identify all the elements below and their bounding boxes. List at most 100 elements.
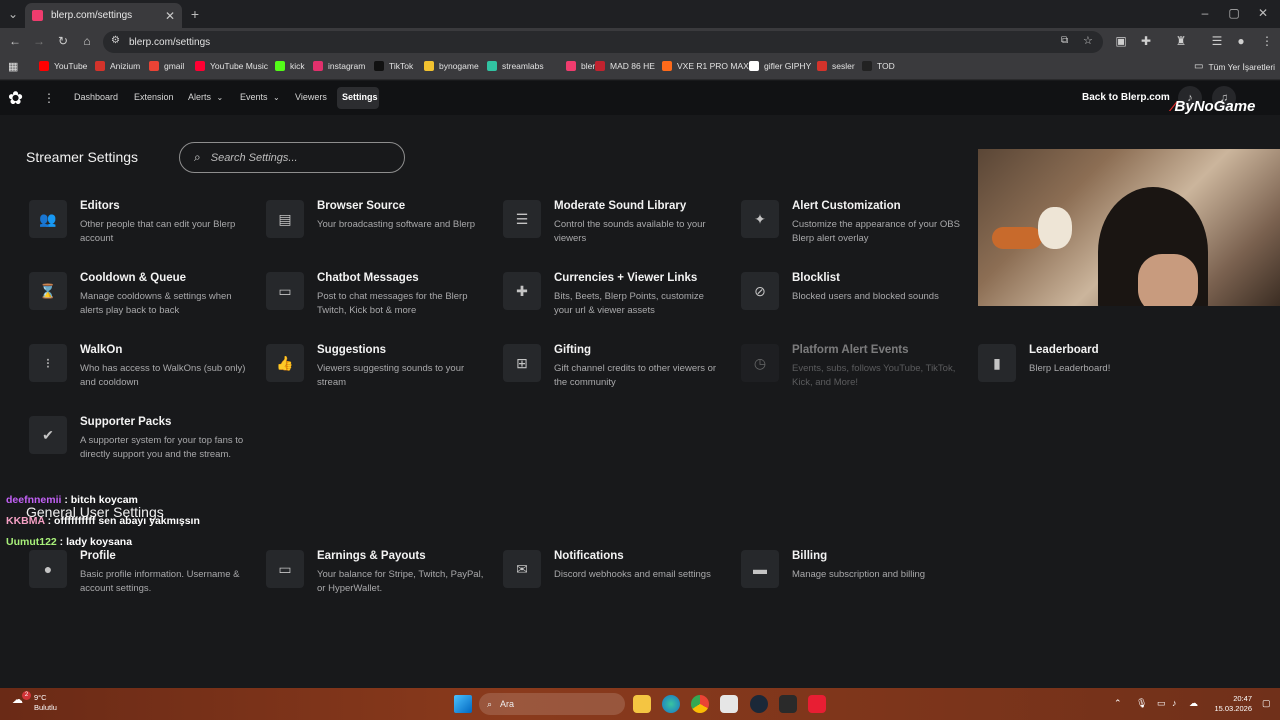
card-description: Viewers suggesting sounds to your stream [317, 363, 465, 388]
browser-tab[interactable]: blerp.com/settings ✕ [25, 3, 182, 28]
card-title: Supporter Packs [80, 416, 172, 428]
address-bar[interactable]: ⚙ blerp.com/settings ⧉ ☆ [103, 31, 1103, 53]
bookmark-label: sesler [832, 61, 855, 71]
system-clock[interactable]: 20:47 15.03.2026 [1210, 694, 1252, 714]
bookmark-bynogame[interactable]: bynogame [424, 61, 479, 71]
apps-grid-icon[interactable]: ▦ [8, 60, 18, 73]
settings-card-chatbot-messages[interactable]: ▭ Chatbot Messages Post to chat messages f… [266, 272, 496, 336]
bookmark-favicon-icon [195, 61, 205, 71]
settings-card-earnings-payouts[interactable]: ▭ Earnings & Payouts Your balance for Stri… [266, 550, 496, 614]
home-icon[interactable]: ⌂ [80, 34, 94, 48]
nav-events[interactable]: Events ⌄ [240, 92, 280, 102]
settings-card-platform-alert-events[interactable]: ◷ Platform Alert Events Events, subs, foll… [741, 344, 971, 408]
person-icon: ● [29, 550, 67, 588]
nav-extension[interactable]: Extension [134, 92, 174, 102]
file-explorer-icon[interactable] [633, 695, 651, 713]
bookmark-star-icon[interactable]: ☆ [1083, 34, 1093, 47]
extension-gamepad-icon[interactable]: ▣ [1114, 34, 1128, 48]
settings-card-profile[interactable]: ● Profile Basic profile information. Usern… [29, 550, 259, 614]
bookmark-youtube[interactable]: YouTube [39, 61, 87, 71]
bookmark-label: gmail [164, 61, 185, 71]
settings-card-alert-customization[interactable]: ✦ Alert Customization Customize the appear… [741, 200, 971, 264]
settings-card-currencies-viewer-links[interactable]: ✚ Currencies + Viewer Links Bits, Beets, B… [503, 272, 733, 336]
settings-card-suggestions[interactable]: 👍 Suggestions Viewers suggesting sounds to… [266, 344, 496, 408]
bookmark-instagram[interactable]: instagram [313, 61, 365, 71]
nav-settings[interactable]: Settings [342, 92, 378, 102]
chrome-icon[interactable] [691, 695, 709, 713]
bookmark-label: YouTube Music [210, 61, 268, 71]
nav-viewers[interactable]: Viewers [295, 92, 327, 102]
nav-dashboard[interactable]: Dashboard [74, 92, 118, 102]
site-info-icon[interactable]: ⚙ [111, 35, 120, 46]
nav-alerts[interactable]: Alerts ⌄ [188, 92, 223, 102]
maximize-window-icon[interactable]: ▢ [1227, 6, 1241, 20]
all-bookmarks[interactable]: ▭ Tüm Yer İşaretleri [1194, 61, 1275, 72]
profile-avatar-icon[interactable]: ● [1234, 34, 1248, 48]
network-icon[interactable]: ▭ [1157, 698, 1166, 709]
settings-card-moderate-sound-library[interactable]: ☰ Moderate Sound Library Control the sound… [503, 200, 733, 264]
app-red-icon[interactable] [808, 695, 826, 713]
bookmark-tod[interactable]: TOD [862, 61, 895, 71]
settings-card-supporter-packs[interactable]: ✔ Supporter Packs A supporter system for y… [29, 416, 259, 480]
bookmark-label: TOD [877, 61, 895, 71]
bookmark-tiktok[interactable]: TikTok [374, 61, 413, 71]
forward-icon[interactable]: → [32, 34, 46, 48]
windows-start-icon[interactable] [454, 695, 472, 713]
bookmark-sesler[interactable]: sesler [817, 61, 855, 71]
epic-games-icon[interactable] [779, 695, 797, 713]
tab-list-button[interactable]: ⌄ [6, 7, 20, 21]
reading-list-icon[interactable]: ☰ [1210, 34, 1224, 48]
speaker-icon[interactable]: ♪ [1172, 698, 1177, 708]
settings-card-billing[interactable]: ▬ Billing Manage subscription and billing [741, 550, 971, 614]
settings-card-cooldown-queue[interactable]: ⌛ Cooldown & Queue Manage cooldowns & sett… [29, 272, 259, 336]
settings-card-blocklist[interactable]: ⊘ Blocklist Blocked users and blocked soun… [741, 272, 971, 336]
taskbar-search[interactable]: ⌕ Ara [479, 693, 625, 715]
sliders-icon: ☰ [503, 200, 541, 238]
blerp-logo-icon[interactable]: ✿ [8, 88, 23, 109]
settings-card-leaderboard[interactable]: ▮ Leaderboard Blerp Leaderboard! [978, 344, 1208, 408]
settings-card-notifications[interactable]: ✉ Notifications Discord webhooks and email… [503, 550, 733, 614]
card-description: Other people that can edit your Blerp ac… [80, 219, 236, 244]
bookmark-vxe-r1-pro-max[interactable]: VXE R1 PRO MAX [662, 61, 749, 71]
browser-menu-icon[interactable]: ⋮ [1260, 34, 1274, 48]
notification-center-icon[interactable]: ▢ [1262, 698, 1271, 709]
card-title: Leaderboard [1029, 344, 1099, 356]
tray-overflow-icon[interactable]: ⌃ [1114, 698, 1122, 709]
steam-icon[interactable] [750, 695, 768, 713]
minimize-window-icon[interactable]: – [1198, 6, 1212, 20]
bookmark-kick[interactable]: kick [275, 61, 305, 71]
bookmark-gmail[interactable]: gmail [149, 61, 184, 71]
new-tab-icon[interactable]: + [188, 6, 202, 22]
bookmark-mad-86-he[interactable]: MAD 86 HE [595, 61, 655, 71]
back-to-blerp-link[interactable]: Back to Blerp.com [1082, 92, 1170, 103]
extensions-puzzle-icon[interactable]: ✚ [1139, 34, 1153, 48]
settings-card-gifting[interactable]: ⊞ Gifting Gift channel credits to other vi… [503, 344, 733, 408]
close-tab-icon[interactable]: ✕ [165, 9, 175, 23]
settings-card-browser-source[interactable]: ▤ Browser Source Your broadcasting softwar… [266, 200, 496, 264]
bookmark-anizium[interactable]: Anizium [95, 61, 140, 71]
card-title: Browser Source [317, 200, 406, 212]
more-menu-icon[interactable]: ⋮ [43, 91, 55, 105]
card-description: Gift channel credits to other viewers or… [554, 363, 717, 388]
card-title: Platform Alert Events [792, 344, 909, 356]
settings-card-editors[interactable]: 👥 Editors Other people that can edit your … [29, 200, 259, 264]
bookmark-gifler-giphy[interactable]: gifler GIPHY [749, 61, 811, 71]
card-title: Earnings & Payouts [317, 550, 426, 562]
microphone-icon[interactable]: 🎙 [1136, 698, 1147, 709]
bookmark-streamlabs[interactable]: streamlabs [487, 61, 544, 71]
edge-icon[interactable] [662, 695, 680, 713]
search-icon: ⌕ [194, 150, 201, 164]
tray-app-icon[interactable]: ☁ [1189, 698, 1198, 709]
back-icon[interactable]: ← [8, 34, 22, 48]
close-window-icon[interactable]: ✕ [1256, 6, 1270, 20]
weather-widget[interactable]: ☁ 2 9°C Bulutlu [12, 691, 57, 713]
bookmark-label: VXE R1 PRO MAX [677, 61, 749, 71]
reload-icon[interactable]: ↻ [56, 34, 70, 48]
bookmark-label: gifler GIPHY [764, 61, 812, 71]
bookmark-youtube-music[interactable]: YouTube Music [195, 61, 268, 71]
store-icon[interactable] [720, 695, 738, 713]
settings-card-walkon[interactable]: ⁝ WalkOn Who has access to WalkOns (sub on… [29, 344, 259, 408]
extension-icon[interactable]: ♜ [1174, 34, 1188, 48]
settings-search-input[interactable]: ⌕ Search Settings... [179, 142, 405, 173]
install-app-icon[interactable]: ⧉ [1061, 35, 1068, 46]
